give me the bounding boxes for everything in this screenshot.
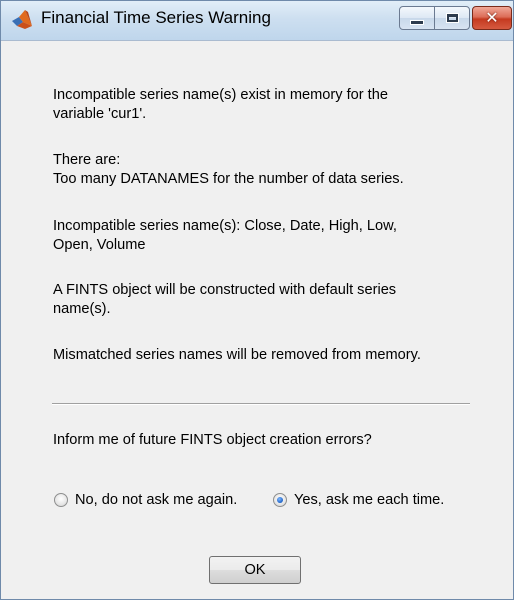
window-bottom-border [1, 599, 514, 600]
ok-button[interactable]: OK [209, 556, 301, 584]
message-line: variable 'cur1'. [53, 106, 147, 122]
separator [52, 403, 470, 405]
radio-option-yes[interactable]: Yes, ask me each time. [273, 490, 444, 510]
close-icon: ✕ [485, 8, 499, 27]
maximize-icon [446, 14, 458, 22]
close-button[interactable]: ✕ [472, 6, 512, 30]
radio-option-yes-label: Yes, ask me each time. [294, 492, 445, 508]
message-line: Incompatible series name(s): Close, Date… [53, 218, 397, 234]
maximize-button[interactable] [434, 6, 470, 30]
window-title: Financial Time Series Warning [41, 8, 271, 27]
message-line: Mismatched series names will be removed … [53, 347, 421, 363]
message-paragraph-2: There are: Too many DATANAMES for the nu… [53, 151, 483, 189]
message-line: A FINTS object will be constructed with … [53, 282, 397, 298]
message-paragraph-3: Incompatible series name(s): Close, Date… [53, 217, 483, 255]
radio-option-no[interactable]: No, do not ask me again. [54, 490, 237, 510]
message-paragraph-1: Incompatible series name(s) exist in mem… [53, 86, 483, 124]
message-paragraph-4: A FINTS object will be constructed with … [53, 281, 483, 319]
message-line: Too many DATANAMES for the number of dat… [53, 171, 404, 187]
message-paragraph-5: Mismatched series names will be removed … [53, 346, 483, 365]
warning-dialog: Financial Time Series Warning ✕ Incompat… [0, 0, 514, 600]
minimize-icon [410, 19, 424, 25]
message-line: There are: [53, 152, 121, 168]
message-line: Open, Volume [53, 237, 146, 253]
radio-option-no-label: No, do not ask me again. [75, 492, 238, 508]
matlab-logo-icon [12, 10, 32, 29]
question-text: Inform me of future FINTS object creatio… [53, 432, 372, 448]
radio-button-selected-icon[interactable] [273, 493, 287, 507]
minimize-button[interactable] [399, 6, 435, 30]
radio-button-icon[interactable] [54, 493, 68, 507]
message-line: name(s). [53, 301, 111, 317]
title-bar[interactable]: Financial Time Series Warning ✕ [1, 1, 513, 41]
message-line: Incompatible series name(s) exist in mem… [53, 87, 388, 103]
